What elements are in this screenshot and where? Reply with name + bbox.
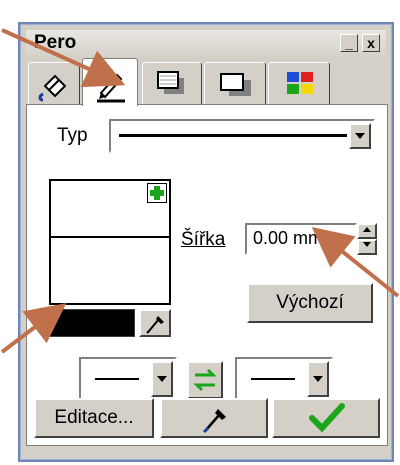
callout-arrow-width (311, 227, 400, 298)
callout-arrow-pen-tab (1, 28, 126, 88)
callout-arrow-color (0, 303, 67, 354)
callout-arrows (0, 28, 400, 354)
